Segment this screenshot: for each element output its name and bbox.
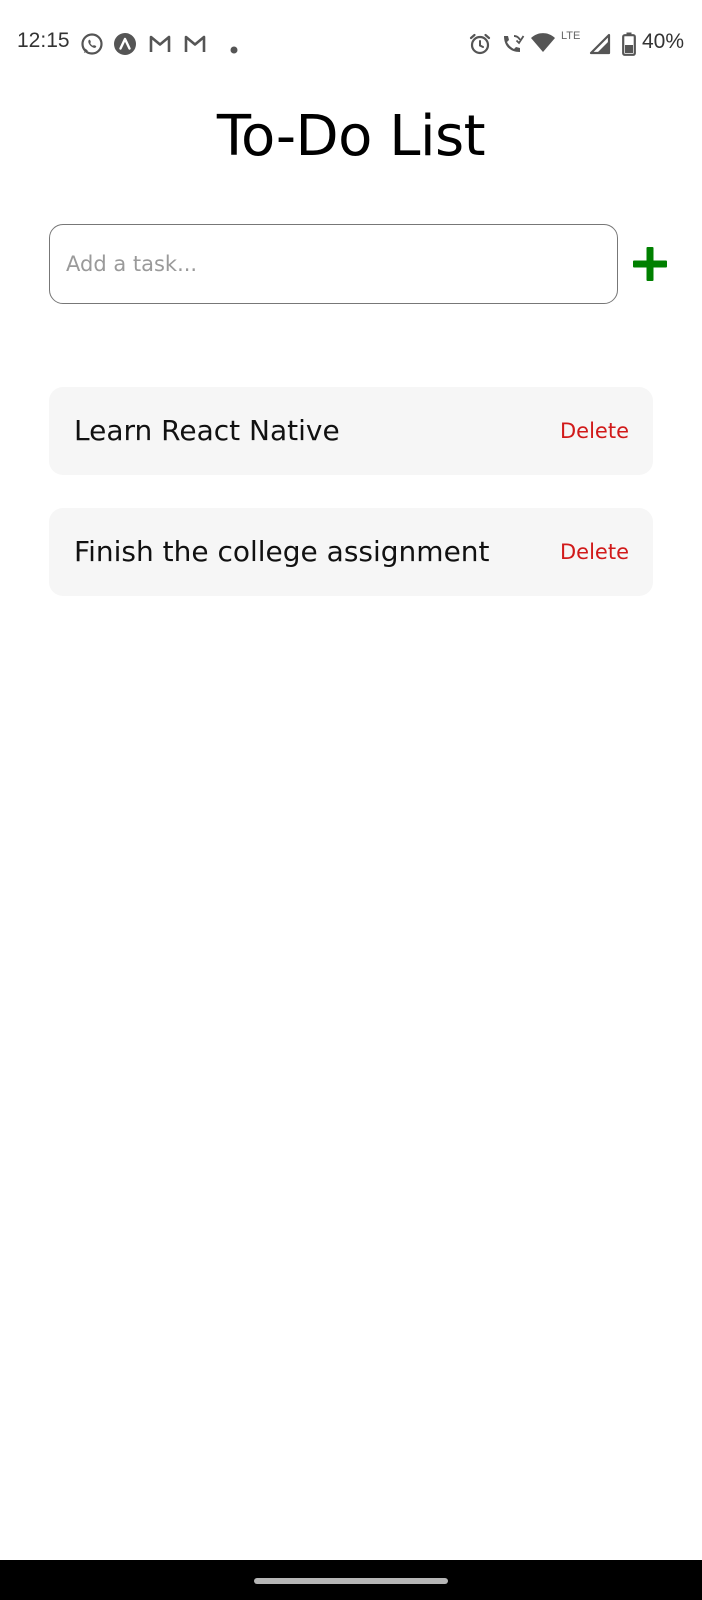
page-title: To-Do List: [216, 104, 486, 169]
status-bar: 12:15 LTE 40%: [0, 0, 702, 88]
signal-icon: [589, 33, 611, 59]
network-label: LTE: [561, 30, 581, 42]
gmail-icon: [183, 33, 207, 59]
navigation-bar: [0, 1560, 702, 1600]
status-time: 12:15: [17, 29, 70, 52]
wifi-calling-icon: [500, 32, 526, 60]
task-item: Finish the college assignment Delete: [49, 508, 653, 596]
wifi-icon: [530, 32, 556, 58]
battery-icon: [622, 32, 636, 60]
task-label: Learn React Native: [74, 414, 340, 447]
task-input[interactable]: [49, 224, 618, 304]
app-a-icon: [113, 32, 137, 60]
alarm-icon: [468, 32, 492, 60]
add-task-button[interactable]: [630, 244, 670, 284]
battery-percent: 40%: [641, 30, 684, 53]
task-item: Learn React Native Delete: [49, 387, 653, 475]
delete-task-button[interactable]: Delete: [560, 419, 629, 443]
dot-icon: [230, 39, 238, 58]
plus-icon: [633, 247, 667, 281]
home-gesture-handle[interactable]: [254, 1578, 448, 1584]
task-label: Finish the college assignment: [74, 535, 490, 568]
gmail-icon: [148, 33, 172, 59]
whatsapp-icon: [80, 32, 104, 60]
delete-task-button[interactable]: Delete: [560, 540, 629, 564]
